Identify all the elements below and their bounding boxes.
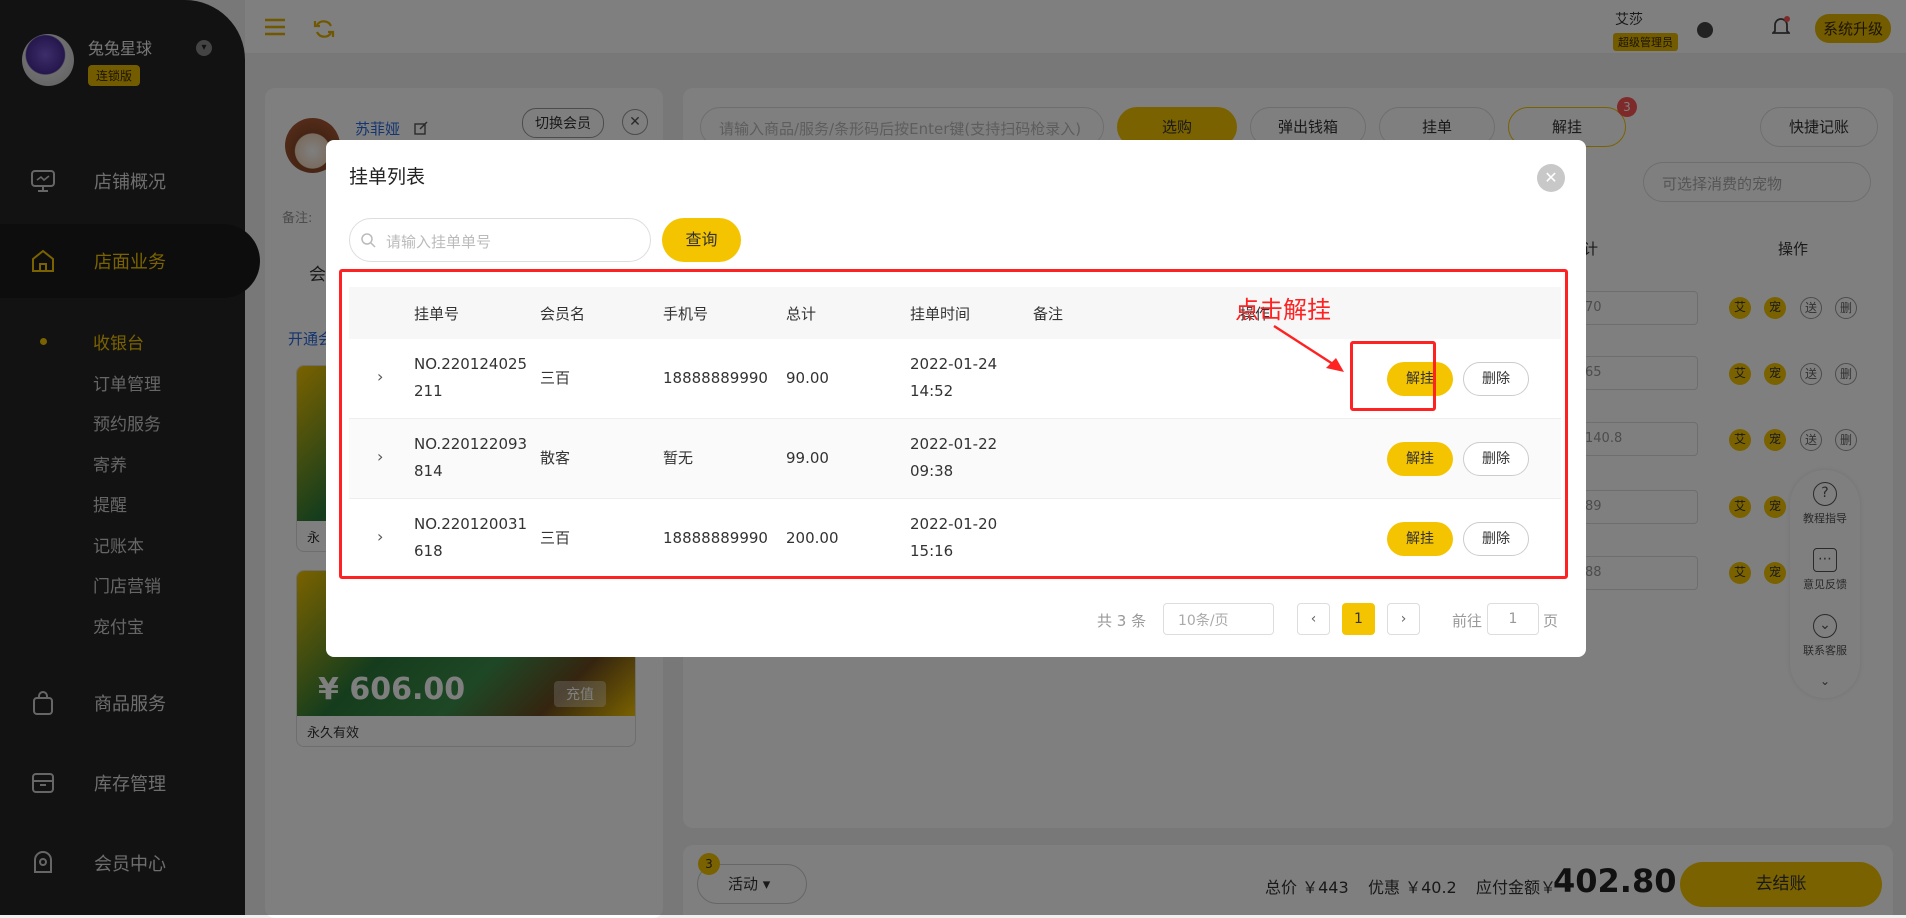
- query-button[interactable]: 查询: [662, 218, 741, 262]
- page-size-select[interactable]: 10条/页: [1163, 603, 1274, 635]
- current-page[interactable]: 1: [1342, 603, 1375, 635]
- next-page-icon[interactable]: ›: [1387, 603, 1420, 635]
- app-root: 兔兔星球 连锁版 ▾ 店铺概况 店面业务 收银台 订单管理 预约服务 寄养 提醒…: [0, 0, 1906, 918]
- goto-page-input[interactable]: 1: [1487, 603, 1539, 635]
- annotation-text: 点击解挂: [1235, 296, 1331, 324]
- goto-prefix: 前往: [1452, 612, 1483, 630]
- prev-page-icon[interactable]: ‹: [1297, 603, 1330, 635]
- hang-no-search-input[interactable]: 请输入挂单单号: [349, 218, 651, 262]
- annotation-box-button: [1350, 341, 1436, 411]
- modal-title: 挂单列表: [349, 166, 426, 188]
- annotation-box: [339, 269, 1568, 579]
- pager-total: 共 3 条: [1097, 612, 1147, 630]
- search-icon: [361, 233, 376, 252]
- goto-suffix: 页: [1543, 612, 1559, 630]
- annotation-arrow-icon: [1273, 324, 1344, 372]
- close-icon[interactable]: ✕: [1537, 164, 1565, 192]
